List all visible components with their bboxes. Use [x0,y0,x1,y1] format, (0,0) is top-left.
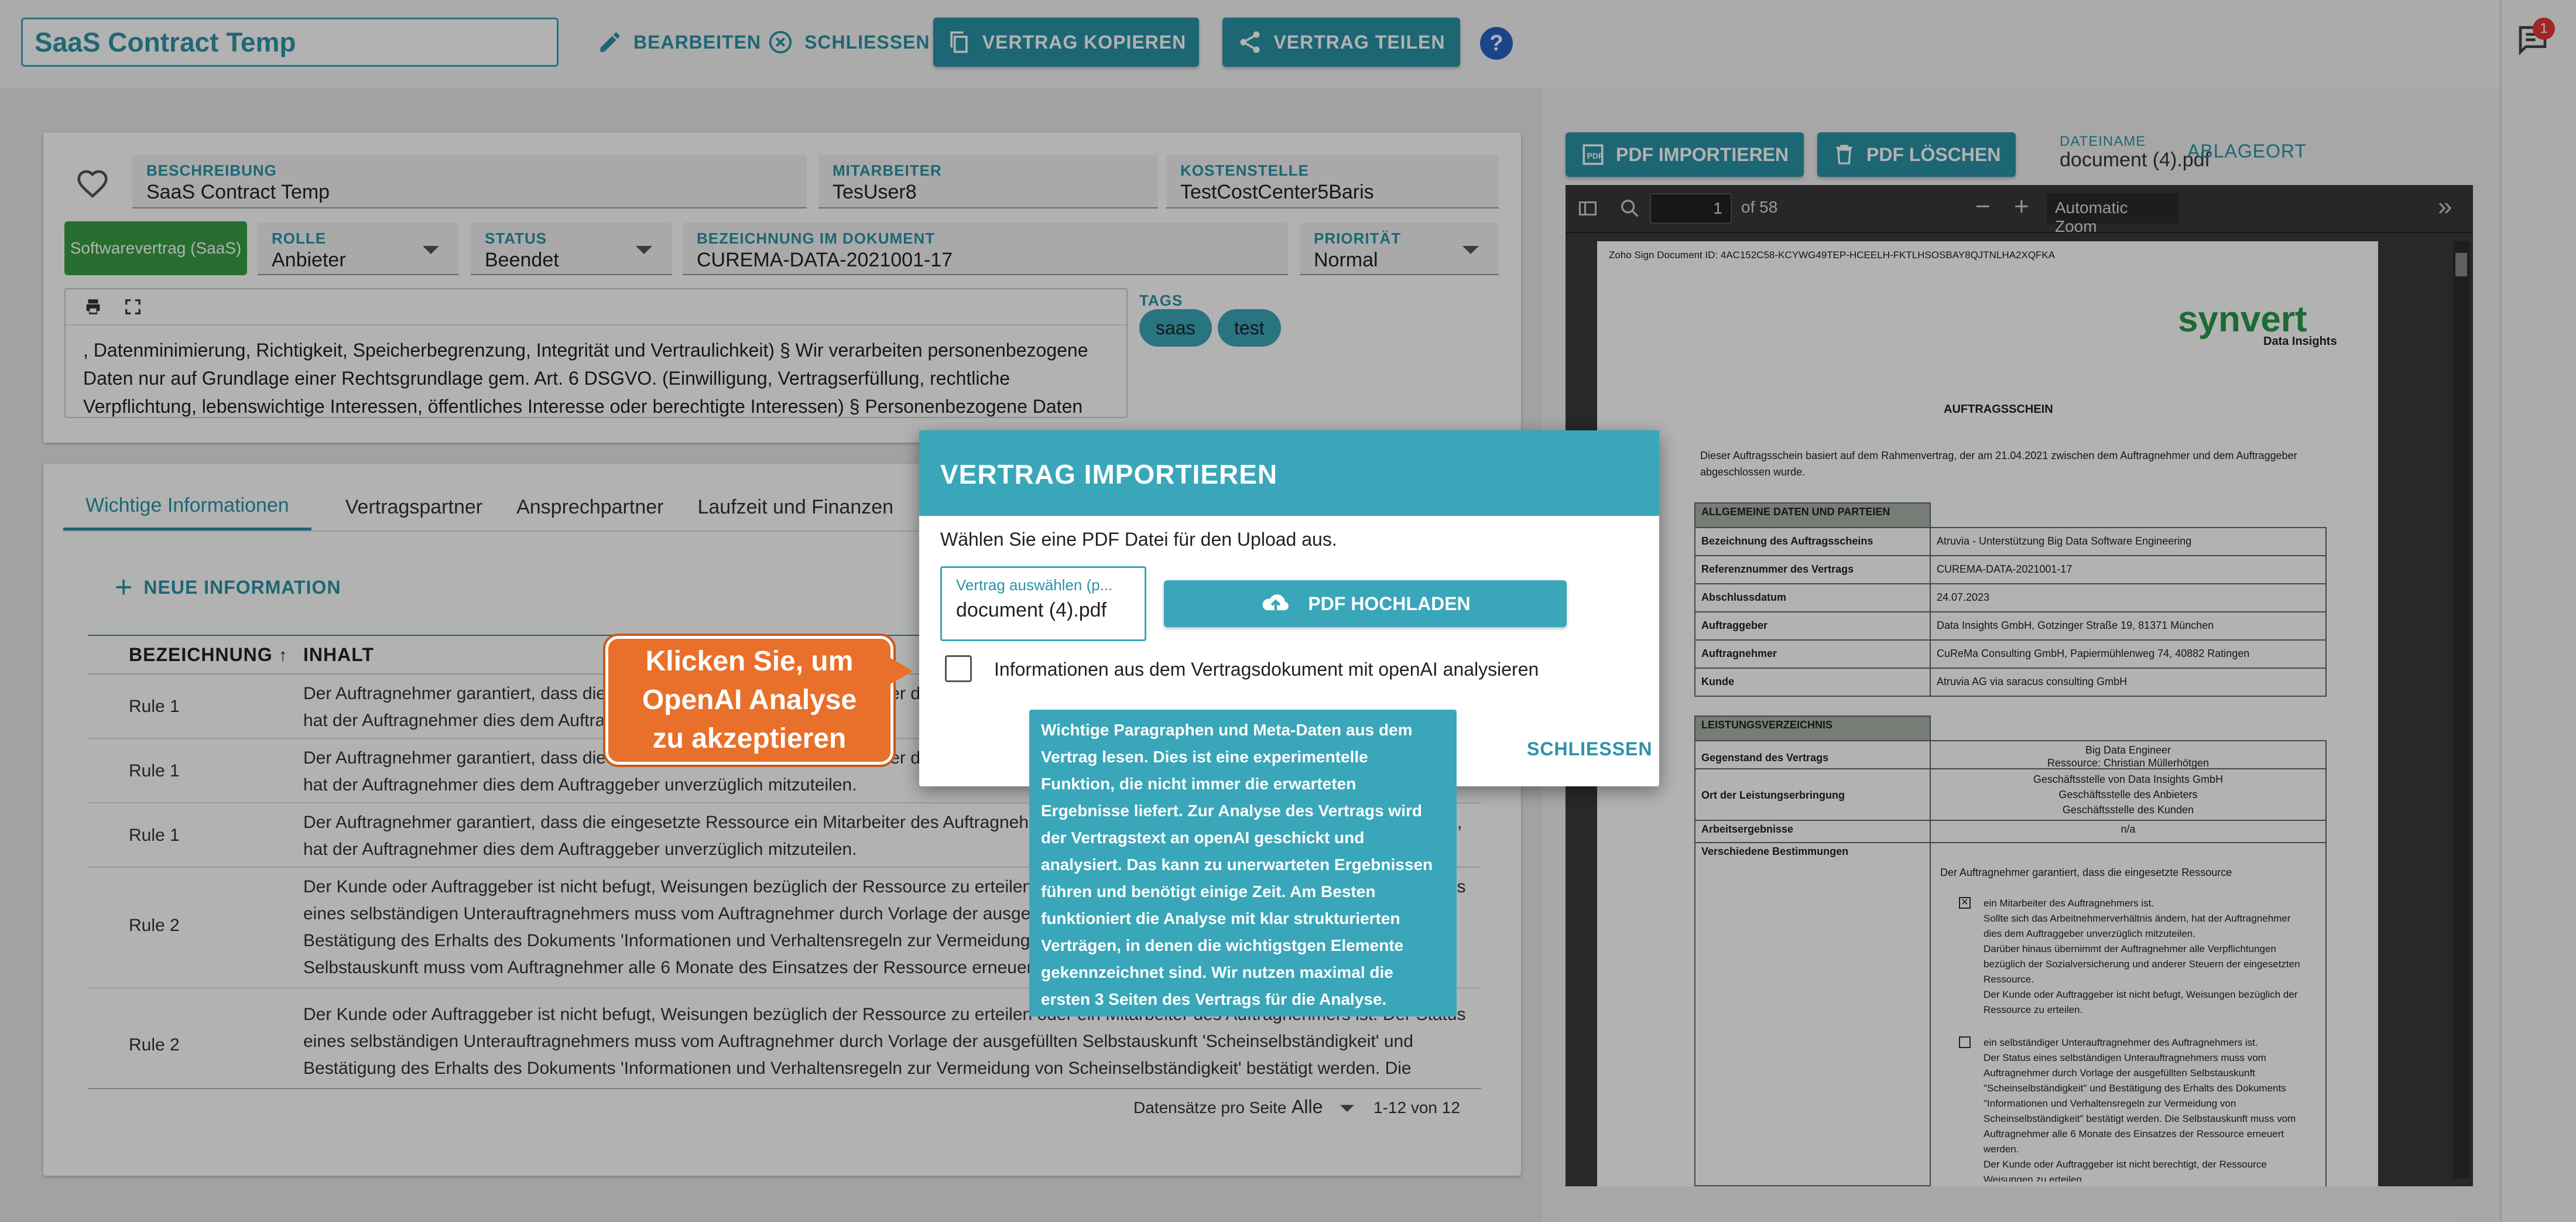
callout-line-2: OpenAI Analyse [642,684,857,716]
upload-pdf-label: PDF HOCHLADEN [1308,593,1471,614]
callout-line-3: zu akzeptieren [652,723,847,754]
openai-info-tooltip: Wichtige Paragraphen und Meta-Daten aus … [1029,710,1457,1016]
cloud-upload-icon [1262,594,1289,611]
openai-analysis-checkbox[interactable] [945,655,972,682]
dialog-title: VERTRAG IMPORTIEREN [919,430,1659,516]
file-select-label: Vertrag auswählen (p... [956,576,1113,594]
dialog-close-button[interactable]: SCHLIESSEN [1527,738,1652,760]
file-select-field[interactable]: Vertrag auswählen (p... document (4).pdf [940,566,1146,641]
dialog-instruction: Wählen Sie eine PDF Datei für den Upload… [940,529,1337,550]
upload-pdf-button[interactable]: PDF HOCHLADEN [1164,580,1567,627]
file-select-value: document (4).pdf [956,599,1107,621]
openai-analysis-label: Informationen aus dem Vertragsdokument m… [994,659,1539,680]
instruction-callout: Klicken Sie, um OpenAI Analyse zu akzept… [605,636,893,765]
callout-line-1: Klicken Sie, um [645,646,854,677]
callout-arrow [886,656,913,686]
